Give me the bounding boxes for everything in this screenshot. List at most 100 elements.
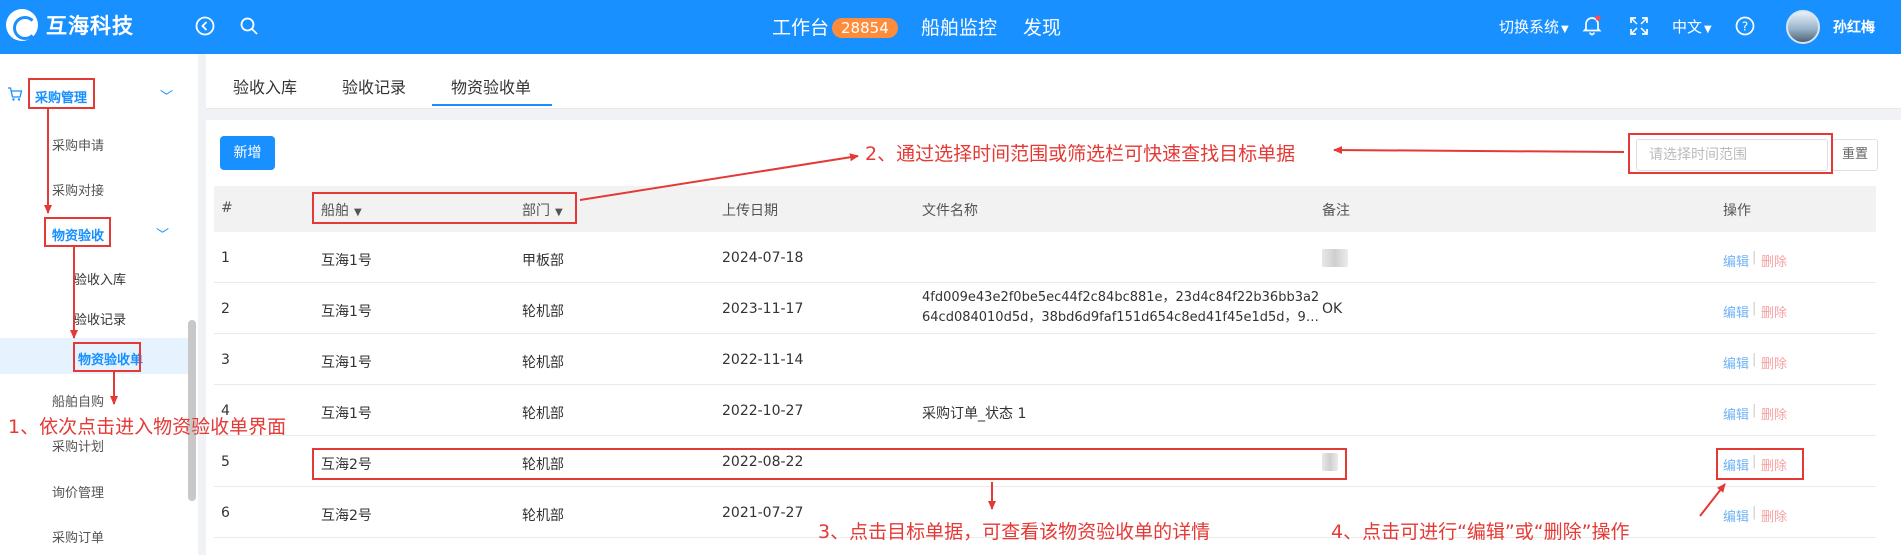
chevron-down-icon[interactable]: ﹀ <box>156 224 169 243</box>
delete-link[interactable]: 删除 <box>1761 506 1787 525</box>
active-tab-indicator <box>432 104 552 106</box>
action-separator: | <box>1752 505 1757 520</box>
delete-link[interactable]: 删除 <box>1761 404 1787 423</box>
row-ship: 互海1号 <box>321 355 372 371</box>
chevron-down-icon[interactable]: ﹀ <box>160 86 173 105</box>
annotation-box-filters <box>312 192 577 224</box>
user-avatar[interactable] <box>1786 10 1820 44</box>
col-actions: 操作 <box>1723 203 1751 219</box>
sidebar-item-acceptance-record[interactable]: 验收记录 <box>74 309 126 328</box>
sidebar-item-purchase-docking[interactable]: 采购对接 <box>52 180 104 199</box>
brand-logo[interactable]: 互海科技 <box>6 9 134 41</box>
nav-discover[interactable]: 发现 <box>1023 13 1061 40</box>
search-icon[interactable] <box>237 14 261 38</box>
table-row[interactable]: 2 互海1号 轮机部 2023-11-17 4fd009e43e2f0be5ec… <box>214 283 1876 334</box>
row-department: 轮机部 <box>522 508 564 524</box>
workbench-count-badge: 28854 <box>832 18 898 38</box>
edit-link[interactable]: 编辑 <box>1723 506 1749 525</box>
sidebar-scrollbar[interactable] <box>188 320 196 501</box>
annotation-step1: 1、依次点击进入物资验收单界面 <box>8 416 287 438</box>
sidebar-item-inquiry-management[interactable]: 询价管理 <box>52 482 104 501</box>
nav-ship-monitor[interactable]: 船舶监控 <box>921 13 997 40</box>
nav-workbench-label: 工作台 <box>772 17 830 39</box>
row-index: 1 <box>221 250 230 266</box>
row-department: 甲板部 <box>522 253 564 269</box>
add-button[interactable]: 新增 <box>220 136 275 170</box>
col-file-name: 文件名称 <box>922 203 978 219</box>
action-separator: | <box>1752 403 1757 418</box>
delete-link[interactable]: 删除 <box>1761 251 1787 270</box>
edit-link[interactable]: 编辑 <box>1723 353 1749 372</box>
annotation-step2: 2、通过选择时间范围或筛选栏可快速查找目标单据 <box>865 143 1296 165</box>
row-ship: 互海2号 <box>321 508 372 524</box>
delete-link[interactable]: 删除 <box>1761 302 1787 321</box>
tab-acceptance-in[interactable]: 验收入库 <box>233 74 297 98</box>
remark-image-thumbnail[interactable] <box>1322 249 1348 267</box>
annotation-box-material-acceptance <box>44 217 111 247</box>
action-separator: | <box>1752 301 1757 316</box>
row-department: 轮机部 <box>522 304 564 320</box>
table-row[interactable]: 1 互海1号 甲板部 2024-07-18 编辑 | 删除 <box>214 232 1876 283</box>
switch-system-dropdown[interactable]: 切换系统 ▼ <box>1499 16 1569 37</box>
annotation-box-actions <box>1716 448 1804 480</box>
row-department: 轮机部 <box>522 406 564 422</box>
sidebar-item-purchase-request[interactable]: 采购申请 <box>52 135 104 154</box>
edit-link[interactable]: 编辑 <box>1723 251 1749 270</box>
user-name[interactable]: 孙红梅 <box>1833 17 1875 37</box>
back-circle-icon[interactable] <box>193 14 217 38</box>
col-index: # <box>221 200 233 216</box>
reset-button[interactable]: 重置 <box>1832 139 1878 171</box>
col-upload-date: 上传日期 <box>722 203 778 219</box>
row-date: 2022-10-27 <box>722 403 804 419</box>
tab-material-acceptance-form[interactable]: 物资验收单 <box>451 74 531 98</box>
caret-down-icon: ▼ <box>1561 24 1569 35</box>
row-department: 轮机部 <box>522 355 564 371</box>
language-dropdown[interactable]: 中文 ▼ <box>1672 16 1712 37</box>
annotation-box-procurement <box>28 78 95 109</box>
annotation-step3: 3、点击目标单据，可查看该物资验收单的详情 <box>818 521 1211 543</box>
row-index: 2 <box>221 301 230 317</box>
row-file-name-line2[interactable]: 64cd084010d5d，38bd6d9faf151d654c8ed41f45… <box>922 308 1319 328</box>
row-date: 2022-11-14 <box>722 352 804 368</box>
cart-icon <box>8 87 23 101</box>
logo-icon <box>6 9 38 41</box>
col-remark: 备注 <box>1322 203 1350 219</box>
row-date: 2024-07-18 <box>722 250 804 266</box>
row-index: 6 <box>221 505 230 521</box>
sidebar <box>0 54 198 555</box>
top-bar: 互海科技 工作台 28854 船舶监控 发现 切换系统 ▼ 中文 ▼ ? 孙红梅 <box>0 0 1901 54</box>
sidebar-item-purchase-order[interactable]: 采购订单 <box>52 527 104 546</box>
svg-text:?: ? <box>1742 20 1748 34</box>
tab-acceptance-record[interactable]: 验收记录 <box>342 74 406 98</box>
bell-icon[interactable] <box>1580 13 1604 37</box>
fullscreen-icon[interactable] <box>1627 14 1651 38</box>
table-row[interactable]: 4 互海1号 轮机部 2022-10-27 采购订单_状态 1 编辑 | 删除 <box>214 385 1876 436</box>
row-date: 2023-11-17 <box>722 301 804 317</box>
annotation-step4: 4、点击可进行“编辑”或“删除”操作 <box>1331 521 1630 543</box>
row-ship: 互海1号 <box>321 406 372 422</box>
row-ship: 互海1号 <box>321 304 372 320</box>
sidebar-item-acceptance-in[interactable]: 验收入库 <box>74 269 126 288</box>
annotation-box-target-row <box>312 448 1347 480</box>
annotation-box-acceptance-form <box>73 342 141 372</box>
caret-down-icon: ▼ <box>1704 24 1712 35</box>
edit-link[interactable]: 编辑 <box>1723 302 1749 321</box>
sidebar-item-ship-self-purchase[interactable]: 船舶自购 <box>52 391 104 410</box>
table-row[interactable]: 3 互海1号 轮机部 2022-11-14 编辑 | 删除 <box>214 334 1876 385</box>
row-ship: 互海1号 <box>321 253 372 269</box>
action-separator: | <box>1752 250 1757 265</box>
edit-link[interactable]: 编辑 <box>1723 404 1749 423</box>
row-index: 5 <box>221 454 230 470</box>
brand-name: 互海科技 <box>46 14 134 38</box>
help-icon[interactable]: ? <box>1733 14 1757 38</box>
row-file-name[interactable]: 采购订单_状态 1 <box>922 403 1026 423</box>
row-file-name-line1[interactable]: 4fd009e43e2f0be5ec44f2c84bc881e，23d4c84f… <box>922 288 1319 308</box>
annotation-box-date-range <box>1628 133 1833 174</box>
nav-workbench[interactable]: 工作台 28854 <box>772 13 898 40</box>
delete-link[interactable]: 删除 <box>1761 353 1787 372</box>
tab-bar: 验收入库 验收记录 物资验收单 <box>206 54 1901 109</box>
language-label: 中文 <box>1672 18 1703 36</box>
action-separator: | <box>1752 352 1757 367</box>
switch-system-label: 切换系统 <box>1499 18 1560 36</box>
row-date: 2021-07-27 <box>722 505 804 521</box>
